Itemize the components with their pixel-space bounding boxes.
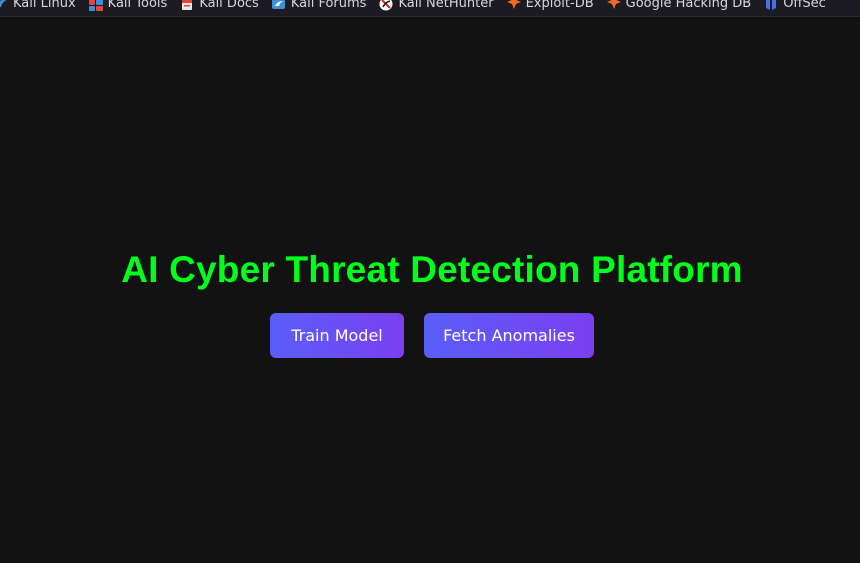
bookmarks-toolbar: Kali Linux Kali Tools Kali Docs Kali For… [0,0,860,17]
bookmark-kali-nethunter[interactable]: Kali NetHunter [378,0,494,13]
fetch-anomalies-button[interactable]: Fetch Anomalies [424,313,594,358]
bookmark-google-hacking-db[interactable]: Google Hacking DB [606,0,752,13]
exploit-db-icon [506,0,522,12]
page-title: AI Cyber Threat Detection Platform [121,249,743,290]
kali-dragon-icon [0,0,9,12]
bookmark-label: Kali Docs [199,0,259,11]
kali-docs-icon [179,0,195,12]
bookmark-label: OffSec [783,0,826,11]
page-content: AI Cyber Threat Detection Platform Train… [0,17,860,563]
google-hacking-db-icon [606,0,622,12]
kali-forums-icon [271,0,287,12]
bookmark-label: Google Hacking DB [625,0,752,11]
bookmarks-list: Kali Linux Kali Tools Kali Docs Kali For… [0,0,838,13]
bookmark-kali-forums[interactable]: Kali Forums [271,0,367,13]
bookmark-kali-docs[interactable]: Kali Docs [179,0,259,13]
kali-tools-icon [88,0,104,12]
bookmark-label: Kali Linux [13,0,76,11]
bookmark-label: Kali NetHunter [398,0,494,11]
bookmark-label: Kali Forums [290,0,367,11]
train-model-button[interactable]: Train Model [270,313,404,358]
bookmark-kali-tools[interactable]: Kali Tools [88,0,168,13]
offsec-icon [763,0,779,12]
bookmark-exploit-db[interactable]: Exploit-DB [506,0,594,13]
kali-nethunter-icon [378,0,394,12]
bookmark-kali-linux[interactable]: Kali Linux [0,0,76,13]
bookmark-label: Exploit-DB [525,0,594,11]
bookmark-offsec[interactable]: OffSec [763,0,826,13]
bookmark-label: Kali Tools [107,0,168,11]
